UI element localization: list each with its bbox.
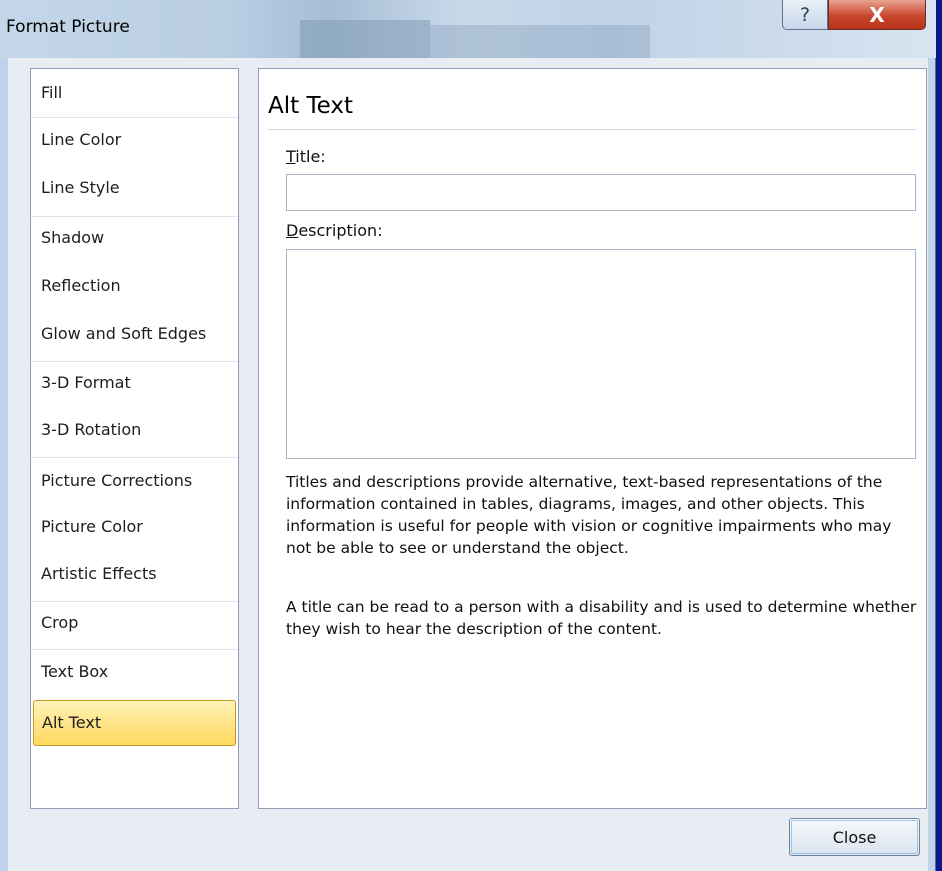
question-mark-icon: ? (799, 3, 811, 26)
sidebar-item-label: Crop (41, 613, 79, 632)
title-label-mnemonic: T (286, 147, 296, 166)
sidebar-item-reflection[interactable]: Reflection (31, 264, 238, 310)
desktop: S Format Picture ? X Fill Line Color Lin… (0, 0, 942, 871)
category-list: Fill Line Color Line Style Shadow Reflec… (30, 68, 239, 809)
sidebar-item-label: Shadow (41, 228, 105, 247)
sidebar-item-3d-format[interactable]: 3-D Format (31, 361, 238, 407)
close-button-label: Close (832, 827, 877, 847)
sidebar-item-label: Glow and Soft Edges (41, 324, 207, 343)
divider (31, 457, 238, 458)
close-button[interactable]: Close (789, 818, 920, 856)
alt-text-panel: Alt Text Title: Description: Titles and … (258, 68, 927, 809)
sidebar-item-picture-color[interactable]: Picture Color (31, 505, 238, 551)
title-bar[interactable]: Format Picture ? X (0, 0, 936, 58)
sidebar-item-crop[interactable]: Crop (31, 601, 238, 647)
sidebar-item-label: 3-D Format (41, 373, 131, 392)
sidebar-item-label: Artistic Effects (41, 564, 157, 583)
title-field-label: Title: (286, 147, 326, 166)
sidebar-item-alt-text[interactable]: Alt Text (33, 700, 236, 746)
sidebar-item-label: Picture Color (41, 517, 143, 536)
sidebar-item-label: 3-D Rotation (41, 420, 142, 439)
sidebar-item-text-box[interactable]: Text Box (31, 650, 238, 696)
description-field-label: Description: (286, 221, 383, 240)
description-label-text: escription: (298, 221, 383, 240)
sidebar-item-label: Alt Text (42, 713, 102, 732)
sidebar-item-label: Text Box (41, 662, 109, 681)
sidebar-item-picture-corrections[interactable]: Picture Corrections (31, 459, 238, 505)
sidebar-item-line-style[interactable]: Line Style (31, 166, 238, 212)
sidebar-item-fill[interactable]: Fill (31, 71, 238, 117)
page-title: Alt Text (268, 93, 353, 119)
sidebar-item-shadow[interactable]: Shadow (31, 216, 238, 262)
dialog-title: Format Picture (6, 17, 130, 37)
window-close-button[interactable]: X (828, 0, 926, 30)
description-textarea[interactable] (286, 249, 916, 459)
sidebar-item-label: Line Style (41, 178, 120, 197)
format-picture-dialog: Format Picture ? X Fill Line Color Line … (0, 0, 936, 871)
sidebar-item-line-color[interactable]: Line Color (31, 118, 238, 164)
help-text-paragraph: A title can be read to a person with a d… (286, 598, 917, 638)
sidebar-item-glow-and-soft-edges[interactable]: Glow and Soft Edges (31, 312, 238, 358)
sidebar-item-3d-rotation[interactable]: 3-D Rotation (31, 408, 238, 454)
sidebar-item-label: Fill (41, 83, 63, 102)
sidebar-item-label: Line Color (41, 130, 122, 149)
dialog-body: Fill Line Color Line Style Shadow Reflec… (8, 58, 928, 871)
help-button[interactable]: ? (782, 0, 828, 30)
close-icon: X (869, 2, 885, 27)
help-text-paragraph: Titles and descriptions provide alternat… (286, 473, 892, 557)
sidebar-item-label: Reflection (41, 276, 121, 295)
title-input[interactable] (286, 174, 916, 211)
description-label-mnemonic: D (286, 221, 299, 240)
title-label-text: itle: (295, 147, 326, 166)
divider (268, 129, 916, 130)
sidebar-item-label: Picture Corrections (41, 471, 193, 490)
sidebar-item-artistic-effects[interactable]: Artistic Effects (31, 552, 238, 598)
